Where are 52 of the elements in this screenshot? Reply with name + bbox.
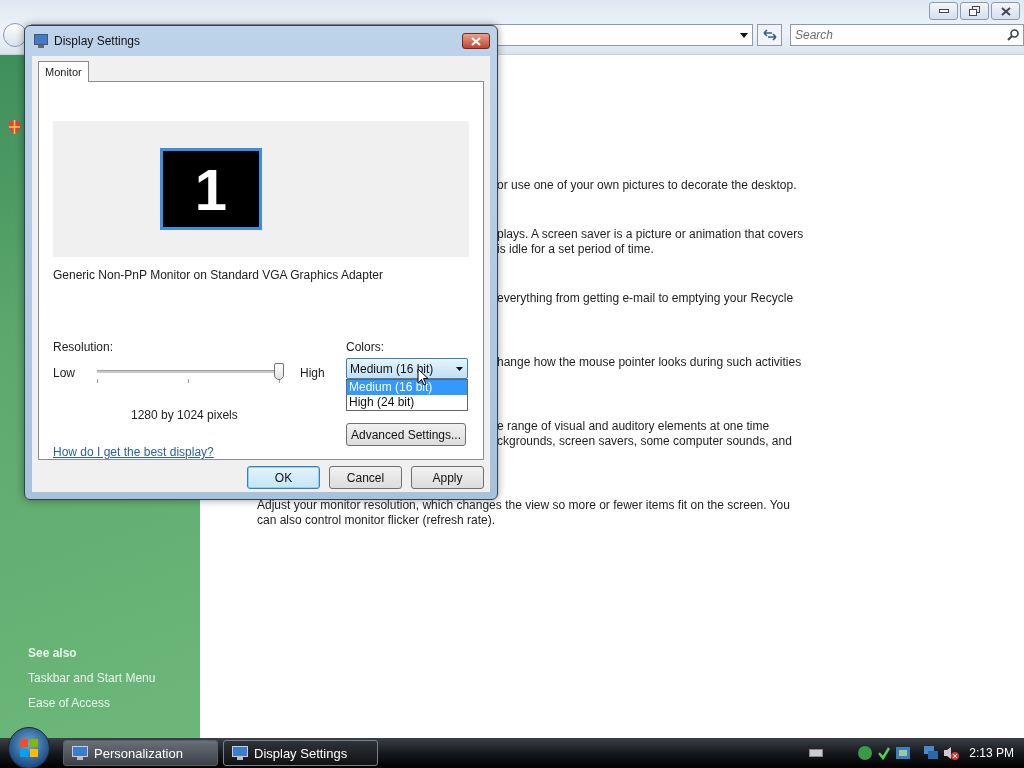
- help-link[interactable]: How do I get the best display?: [53, 445, 325, 459]
- advanced-settings-button[interactable]: Advanced Settings...: [346, 423, 466, 446]
- see-also-heading: See also: [28, 646, 78, 660]
- minimize-icon: [938, 9, 949, 13]
- taskbar-button[interactable]: Personalization: [63, 740, 218, 766]
- monitor-tile[interactable]: 1: [160, 148, 262, 230]
- clock: 2:13 PM: [969, 746, 1014, 760]
- monitor-icon: [232, 746, 248, 760]
- low-label: Low: [53, 365, 75, 380]
- description-text: plays. A screen saver is a picture or animation that covers is idle for a set period of time.: [497, 227, 805, 257]
- network-icon[interactable]: [895, 745, 912, 761]
- close-button[interactable]: [462, 33, 490, 49]
- check-icon[interactable]: [877, 745, 892, 761]
- adapter-text: Generic Non-PnP Monitor on Standard VGA Graphics Adapter: [53, 268, 384, 282]
- dialog-title: Display Settings: [54, 34, 142, 48]
- search-field[interactable]: Search: [790, 24, 1024, 46]
- resolution-label: Resolution:: [53, 340, 115, 354]
- dialog-button[interactable]: Apply: [411, 466, 484, 489]
- muted-speaker-icon[interactable]: [943, 745, 960, 761]
- arrows-icon: [762, 29, 777, 41]
- dropdown-arrow-icon[interactable]: [740, 32, 748, 38]
- start-button[interactable]: [8, 727, 50, 768]
- slider-thumb[interactable]: [274, 363, 284, 380]
- close-icon: [471, 36, 481, 46]
- colors-label: Colors:: [346, 340, 385, 354]
- high-label: High: [300, 365, 325, 380]
- resolution-reading: 1280 by 1024 pixels: [131, 408, 239, 422]
- description-text: everything from getting e-mail to emptying your Recycle: [497, 291, 795, 306]
- description-text: or use one of your own pictures to decorate the desktop.: [497, 178, 798, 193]
- globe-icon[interactable]: [857, 745, 874, 761]
- computers-icon[interactable]: [923, 745, 940, 761]
- monitor-icon: [72, 746, 88, 760]
- dialog-button[interactable]: Cancel: [329, 466, 402, 489]
- description-text: e range of visual and auditory elements at one time ckgrounds, screen savers, some computer sounds, and: [497, 419, 793, 449]
- description-text: Adjust your monitor resolution, which changes the view so more or fewer items fit on the screen. You can also control monitor flicker (refresh rate).: [257, 498, 791, 528]
- refresh-button[interactable]: [757, 24, 782, 46]
- back-button[interactable]: [3, 23, 27, 47]
- minimize-button[interactable]: [929, 2, 958, 20]
- description-text: hange how the mouse pointer looks during such activities: [497, 355, 803, 370]
- close-button[interactable]: [991, 2, 1020, 20]
- keyboard-icon[interactable]: [809, 749, 824, 757]
- windows-logo: [20, 739, 38, 757]
- search-icon[interactable]: [1007, 29, 1019, 41]
- tab[interactable]: Monitor: [38, 61, 89, 82]
- monitor-icon: [34, 34, 48, 48]
- dialog-button[interactable]: OK: [247, 466, 320, 489]
- shield-icon: [8, 120, 21, 134]
- restore-icon: [969, 6, 980, 16]
- taskbar-button[interactable]: Display Settings: [223, 740, 378, 766]
- restore-button[interactable]: [960, 2, 989, 20]
- close-icon: [1000, 6, 1011, 16]
- dropdown-arrow-icon[interactable]: [456, 366, 463, 371]
